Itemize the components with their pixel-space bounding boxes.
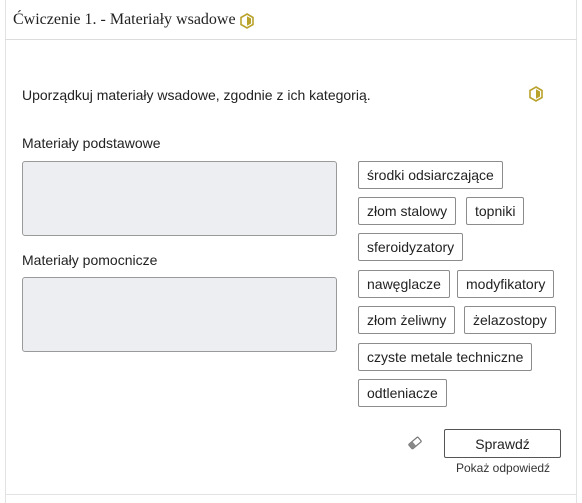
instruction-text: Uporządkuj materiały wsadowe, zgodnie z … <box>22 87 371 103</box>
check-button[interactable]: Sprawdź <box>444 429 561 458</box>
hexagon-level-icon <box>239 12 254 29</box>
drop-zone-auxiliary[interactable] <box>22 277 337 352</box>
category-label-basic: Materiały podstawowe <box>22 135 161 151</box>
exercise-title: Ćwiczenie 1. - Materiały wsadowe <box>13 10 236 28</box>
draggable-item[interactable]: odtleniacze <box>358 379 447 407</box>
draggable-item[interactable]: złom żeliwny <box>358 306 456 334</box>
category-label-auxiliary: Materiały pomocnicze <box>22 252 158 268</box>
draggable-item[interactable]: sferoidyzatory <box>358 233 464 261</box>
drop-zone-basic[interactable] <box>22 161 337 236</box>
draggable-item[interactable]: żelazostopy <box>464 306 556 334</box>
draggable-item[interactable]: czyste metale techniczne <box>358 343 533 371</box>
eraser-icon[interactable] <box>407 436 423 450</box>
draggable-item[interactable]: złom stalowy <box>358 197 457 225</box>
draggable-item[interactable]: topniki <box>466 197 525 225</box>
exercise-header: Ćwiczenie 1. - Materiały wsadowe <box>5 0 577 40</box>
show-answer-link[interactable]: Pokaż odpowiedź <box>456 461 550 475</box>
draggable-item[interactable]: nawęglacze <box>358 270 450 298</box>
draggable-item[interactable]: środki odsiarczające <box>358 161 503 189</box>
hexagon-level-icon <box>529 86 543 102</box>
divider <box>5 494 577 495</box>
draggable-item[interactable]: modyfikatory <box>457 270 555 298</box>
